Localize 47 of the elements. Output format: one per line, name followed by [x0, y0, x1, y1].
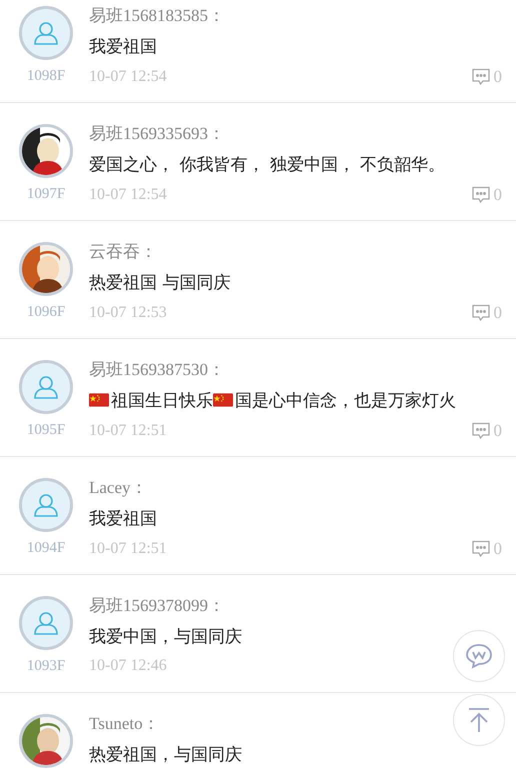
floor-number: 1097F — [26, 185, 66, 204]
person-icon — [33, 493, 59, 517]
comment-icon[interactable] — [470, 304, 490, 322]
comment-text: 我爱祖国 — [89, 36, 157, 58]
timestamp: 10-07 12:51 — [89, 538, 167, 559]
comment-icon[interactable] — [470, 540, 490, 558]
arrow-up-icon — [467, 707, 491, 733]
timestamp: 10-07 12:53 — [89, 302, 167, 323]
flag-icon — [89, 393, 109, 407]
person-icon — [33, 611, 59, 635]
comment-text: 我爱中国，与国同庆 — [89, 626, 242, 648]
user-name: Tsuneto： — [89, 714, 160, 734]
comment-icon[interactable] — [470, 68, 490, 86]
reply-count: 0 — [494, 184, 502, 206]
user-name: 易班1569387530： — [89, 360, 225, 380]
timestamp: 10-07 12:46 — [89, 656, 167, 676]
user-name: 易班1569335693： — [89, 124, 225, 144]
reply-count: 0 — [494, 420, 502, 442]
reply-count: 0 — [494, 538, 502, 560]
chat-icon — [465, 643, 493, 669]
avatar[interactable] — [19, 6, 73, 60]
timestamp: 10-07 12:54 — [89, 66, 167, 87]
comment-text: 祖国生日快乐 国是心中信念，也是万家灯火 — [89, 390, 456, 412]
person-icon — [33, 21, 59, 45]
user-name: 易班1569378099： — [89, 596, 225, 616]
floor-number: 1093F — [26, 657, 66, 676]
comment-icon[interactable] — [470, 422, 490, 440]
floor-number: 1094F — [26, 539, 66, 558]
floor-number: 1095F — [26, 421, 66, 440]
comment-text: 我爱祖国 — [89, 508, 157, 530]
floor-number: 1096F — [26, 303, 66, 322]
timestamp: 10-07 12:54 — [89, 184, 167, 205]
user-name: 易班1568183585： — [89, 6, 225, 26]
comment-text: 热爱祖国，与国同庆 — [89, 744, 242, 766]
reply-count: 0 — [494, 302, 502, 324]
timestamp: 10-07 12:51 — [89, 420, 167, 441]
user-name: Lacey： — [89, 478, 148, 498]
person-icon — [33, 375, 59, 399]
comment-icon[interactable] — [470, 186, 490, 204]
user-name: 云吞吞： — [89, 242, 157, 262]
flag-icon — [213, 393, 233, 407]
avatar[interactable] — [19, 596, 73, 650]
comment-text: 热爱祖国 与国同庆 — [89, 272, 230, 294]
avatar[interactable] — [19, 360, 73, 414]
floor-number: 1098F — [26, 67, 66, 86]
reply-count: 0 — [494, 66, 502, 88]
comment-text: 爱国之心， 你我皆有， 独爱中国， 不负韶华。 — [89, 154, 446, 176]
